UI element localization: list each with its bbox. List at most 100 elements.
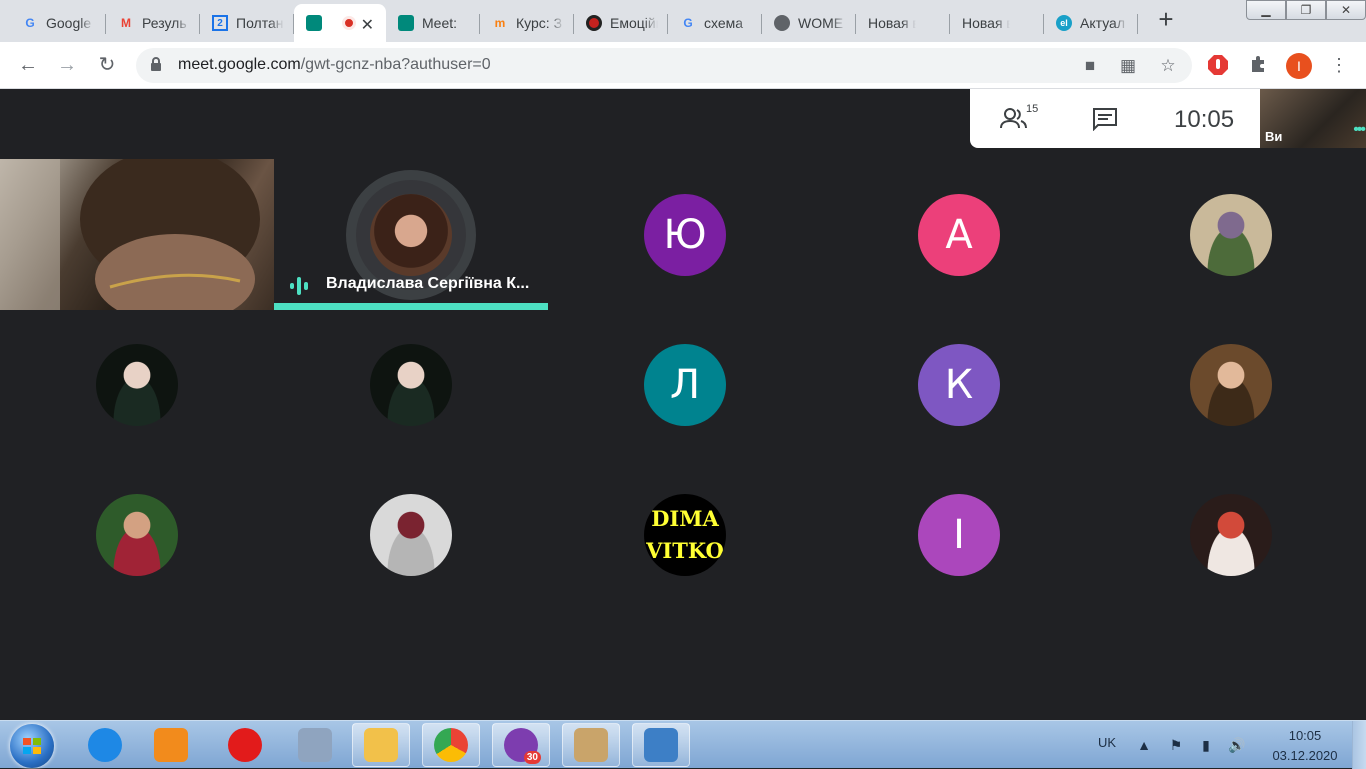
el-icon: el [1056,15,1072,31]
audio-level-icon [290,277,312,300]
browser-tab[interactable]: WOME [762,4,856,42]
close-tab-icon[interactable]: ✕ [361,15,374,35]
camera-icon[interactable]: ■ [1080,56,1100,76]
taskbar-app[interactable] [632,723,690,767]
participant-tile[interactable]: К [822,309,1096,460]
taskbar-time[interactable]: 10:05 [1270,728,1340,743]
ie-icon [88,728,122,762]
chrome-icon [434,728,468,762]
meet-call-area: 15 10:05 Ви ••• Владислава Сергіївна К..… [0,89,1366,720]
meet-icon [306,15,322,31]
avatar-text-line: VITKO [646,538,724,563]
taskbar-app[interactable] [76,723,134,767]
participant-tile[interactable] [1094,159,1366,310]
profile-avatar[interactable]: I [1286,53,1312,79]
participant-letter-avatar: К [918,344,1000,426]
new-tab-button[interactable]: + [1152,6,1180,34]
browser-tab[interactable]: el Актуал [1044,4,1138,42]
participant-tile[interactable] [274,459,548,610]
people-icon[interactable] [1000,107,1028,129]
minimize-button[interactable]: ▁ [1246,0,1286,20]
browser-tab[interactable]: M Резуль [106,4,200,42]
url-text[interactable]: meet.google.com/gwt-gcnz-nba?authuser=0 [178,56,491,74]
browser-tab[interactable]: Емоційн [574,4,668,42]
address-bar[interactable]: meet.google.com/gwt-gcnz-nba?authuser=0 … [136,48,1192,83]
system-tray: UK ▲ ⚑ ▮ 🔊 10:05 03.12.2020 [1090,721,1366,769]
show-desktop-button[interactable] [1352,721,1366,769]
menu-kebab-icon[interactable]: ⋮ [1328,54,1350,76]
taskbar-app[interactable] [216,723,274,767]
tab-title: Google [46,15,92,31]
reload-button[interactable]: ↻ [94,52,120,78]
browser-tab[interactable]: Новая вкла [856,4,950,42]
start-button[interactable] [10,724,54,768]
opera-icon [228,728,262,762]
participant-grid: Владислава Сергіївна К... Ю А Л К DIMA VITKO І [0,159,1366,611]
avatar-text-line: DIMA [651,506,719,531]
browser-tab[interactable]: Новая вкла [950,4,1044,42]
participant-tile[interactable]: А [822,159,1096,310]
url-path: /gwt-gcnz-nba?authuser=0 [300,56,491,73]
translate-icon[interactable]: ▦ [1118,56,1138,76]
taskbar-app[interactable] [286,723,344,767]
participant-avatar-photo [1190,194,1272,276]
taskbar-app[interactable] [422,723,480,767]
participant-avatar-photo [96,344,178,426]
tab-title: схема [704,15,744,31]
participant-letter-avatar: Л [644,344,726,426]
show-hidden-icons-icon[interactable]: ▲ [1136,737,1152,753]
more-options-icon[interactable]: ••• [1353,121,1366,139]
speaker-name: Владислава Сергіївна К... [326,275,530,292]
forward-button[interactable]: → [54,52,80,78]
participant-avatar-photo [370,194,452,276]
browser-tab[interactable]: Gсхема [668,4,762,42]
participant-tile[interactable]: Владислава Сергіївна К... [274,159,548,310]
self-view-tile[interactable]: Ви ••• [1260,89,1366,148]
taskbar-app[interactable]: 30 [492,723,550,767]
close-window-button[interactable]: ✕ [1326,0,1366,20]
taskbar-app[interactable] [562,723,620,767]
browser-tab[interactable]: m Курс: З [480,4,574,42]
notification-badge: 30 [523,751,541,764]
explorer-icon [364,728,398,762]
maximize-button[interactable]: ❐ [1286,0,1326,20]
gmail-icon: M [121,16,131,30]
browser-tab[interactable]: Meet: [386,4,480,42]
browser-tab[interactable]: G Google [10,4,106,42]
bookmark-star-icon[interactable]: ☆ [1158,56,1178,76]
adblock-extension-icon[interactable] [1207,54,1229,76]
participant-tile[interactable] [1094,309,1366,460]
language-indicator[interactable]: UK [1098,735,1116,750]
participant-tile[interactable] [274,309,548,460]
participant-avatar-photo [1190,494,1272,576]
participant-tile[interactable] [1094,459,1366,610]
tab-title: Новая вкла [868,15,916,31]
meeting-info-panel: 15 10:05 [970,89,1260,148]
photo-viewer-icon [644,728,678,762]
meeting-clock: 10:05 [1174,106,1235,133]
taskbar-date[interactable]: 03.12.2020 [1266,748,1344,763]
participant-tile[interactable] [0,459,274,610]
participant-avatar-photo [370,494,452,576]
action-center-flag-icon[interactable]: ⚑ [1168,737,1184,753]
participant-tile[interactable] [0,309,274,460]
volume-icon[interactable]: 🔊 [1228,737,1245,753]
taskbar-app[interactable] [352,723,410,767]
taskbar-app[interactable] [142,723,200,767]
participant-tile[interactable] [0,159,274,310]
back-button[interactable]: ← [15,52,41,78]
chat-icon[interactable] [1092,107,1118,131]
participant-tile[interactable]: Ю [548,159,822,310]
participant-tile[interactable]: І [822,459,1096,610]
participant-tile[interactable]: Л [548,309,822,460]
browser-tab[interactable]: 2 Полтан [200,4,294,42]
extensions-puzzle-icon[interactable] [1248,54,1270,76]
browser-tab[interactable]: ✕ [294,4,386,42]
media-player-icon [154,728,188,762]
network-icon[interactable]: ▮ [1198,737,1214,753]
browser-tab-strip: G Google M Резуль 2 Полтан ✕ Meet: m Курс: З Емоці… [0,0,1366,42]
calculator-icon [298,728,332,762]
participant-avatar-photo [370,344,452,426]
participant-tile[interactable]: DIMA VITKO [548,459,822,610]
tab-title: Meet: [422,15,458,31]
